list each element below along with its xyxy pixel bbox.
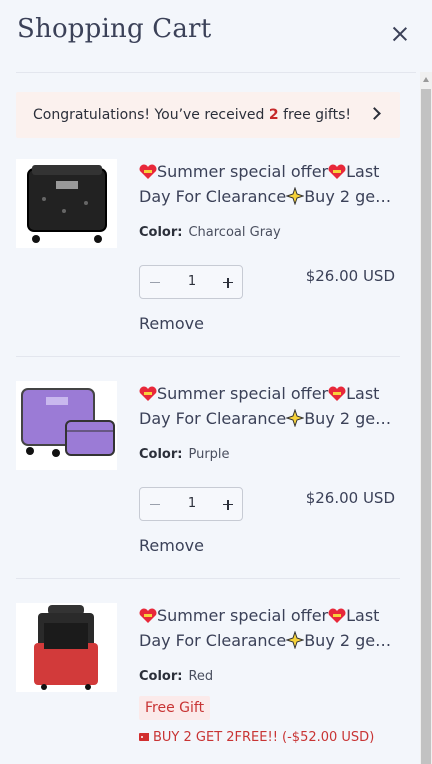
product-color: Color: Red (139, 669, 214, 684)
product-title[interactable]: Summer special offer Last Day For Clearan… (139, 159, 397, 209)
product-image[interactable] (16, 159, 117, 248)
product-price: $26.00 USD (305, 267, 395, 285)
tag-icon (139, 733, 149, 741)
discount-label: BUY 2 GET 2FREE!! (-$52.00 USD) (139, 730, 374, 745)
quantity-value[interactable]: 1 (182, 496, 202, 511)
remove-button[interactable]: Remove (139, 314, 204, 333)
product-price: $26.00 USD (305, 489, 395, 507)
gift-banner-text: Congratulations! You’ve received 2 free … (33, 107, 351, 123)
scrollbar[interactable] (420, 72, 432, 764)
cart-item: Summer special offer Last Day For Clearan… (16, 381, 400, 561)
page-title: Shopping Cart (17, 14, 212, 44)
gift-count: 2 (268, 107, 279, 123)
product-title[interactable]: Summer special offer Last Day For Clearan… (139, 603, 397, 653)
header-divider (16, 72, 416, 73)
product-image[interactable] (16, 381, 117, 470)
decrease-quantity-button[interactable] (150, 282, 160, 284)
cart-item: Summer special offer Last Day For Clearan… (16, 159, 400, 339)
decrease-quantity-button[interactable] (150, 504, 160, 506)
close-icon[interactable] (390, 24, 410, 44)
free-gift-badge: Free Gift (139, 696, 211, 720)
cart-item: Summer special offer Last Day For Clearan… (16, 603, 400, 764)
product-color: Color: Charcoal Gray (139, 225, 281, 240)
item-divider (16, 578, 400, 579)
free-gift-banner[interactable]: Congratulations! You’ve received 2 free … (16, 92, 400, 138)
scrollbar-thumb[interactable] (421, 89, 431, 764)
product-color: Color: Purple (139, 447, 230, 462)
product-title[interactable]: Summer special offer Last Day For Clearan… (139, 381, 397, 431)
quantity-stepper: 1 (139, 265, 243, 299)
quantity-value[interactable]: 1 (182, 274, 202, 289)
cart-header: Shopping Cart (0, 0, 432, 72)
remove-button[interactable]: Remove (139, 536, 204, 555)
scroll-up-arrow-icon[interactable] (423, 77, 429, 82)
chevron-right-icon[interactable] (368, 107, 381, 120)
quantity-stepper: 1 (139, 487, 243, 521)
item-divider (16, 356, 400, 357)
product-image[interactable] (16, 603, 117, 692)
